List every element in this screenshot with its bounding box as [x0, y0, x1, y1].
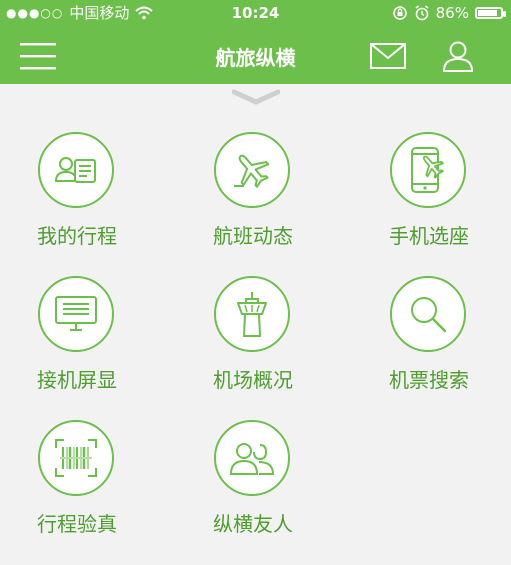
page-title: 航旅纵横 — [215, 46, 296, 70]
battery-fill — [478, 10, 497, 16]
monitor-icon — [55, 296, 97, 331]
tile-friends[interactable]: 纵横友人 — [178, 420, 328, 550]
tile-icon-circle — [38, 420, 114, 496]
friends-icon — [229, 443, 275, 475]
alarm-icon — [415, 5, 429, 21]
tile-icon-circle — [38, 276, 114, 352]
tile-label: 航班动态 — [213, 224, 293, 248]
phone-plane-icon — [411, 147, 444, 193]
barcode-icon — [55, 439, 97, 477]
nav-bar: 航旅纵横 — [0, 26, 511, 84]
tower-icon — [237, 292, 267, 337]
tile-icon-circle — [214, 420, 290, 496]
tile-icon-circle — [390, 276, 466, 352]
tile-icon-circle — [214, 132, 290, 208]
tile-flight-status[interactable]: 航班动态 — [178, 132, 328, 262]
tile-icon-circle — [38, 132, 114, 208]
tile-label: 接机屏显 — [37, 368, 117, 392]
search-icon — [411, 297, 447, 333]
tile-ticket-search[interactable]: 机票搜索 — [354, 276, 504, 406]
battery-icon — [475, 7, 506, 19]
tile-label: 机票搜索 — [389, 368, 469, 392]
battery-percent: 86% — [435, 4, 469, 22]
pull-down-chevron-icon[interactable] — [232, 88, 280, 106]
tile-label: 行程验真 — [37, 512, 117, 536]
tile-icon-circle — [390, 132, 466, 208]
status-right: 86% — [392, 0, 506, 26]
tile-airport-overview[interactable]: 机场概况 — [178, 276, 328, 406]
airplane-icon — [234, 154, 270, 188]
tile-seat-selection[interactable]: 手机选座 — [354, 132, 504, 262]
tile-my-itinerary[interactable]: 我的行程 — [2, 132, 152, 262]
tile-label: 手机选座 — [389, 224, 469, 248]
status-bar: ●●●○○ 中国移动 10:24 86% — [0, 0, 511, 26]
tile-pickup-display[interactable]: 接机屏显 — [2, 276, 152, 406]
tile-label: 纵横友人 — [213, 512, 293, 536]
top-bar: ●●●○○ 中国移动 10:24 86% 航旅纵横 — [0, 0, 511, 84]
tile-label: 机场概况 — [213, 368, 293, 392]
user-icon — [442, 41, 474, 72]
mail-button[interactable] — [366, 34, 410, 78]
tile-label: 我的行程 — [37, 224, 117, 248]
tile-icon-circle — [214, 276, 290, 352]
mail-icon — [370, 43, 406, 69]
user-button[interactable] — [436, 34, 480, 78]
id-card-icon — [54, 157, 96, 183]
rotation-lock-icon — [392, 6, 407, 20]
tile-itinerary-verification[interactable]: 行程验真 — [2, 420, 152, 550]
